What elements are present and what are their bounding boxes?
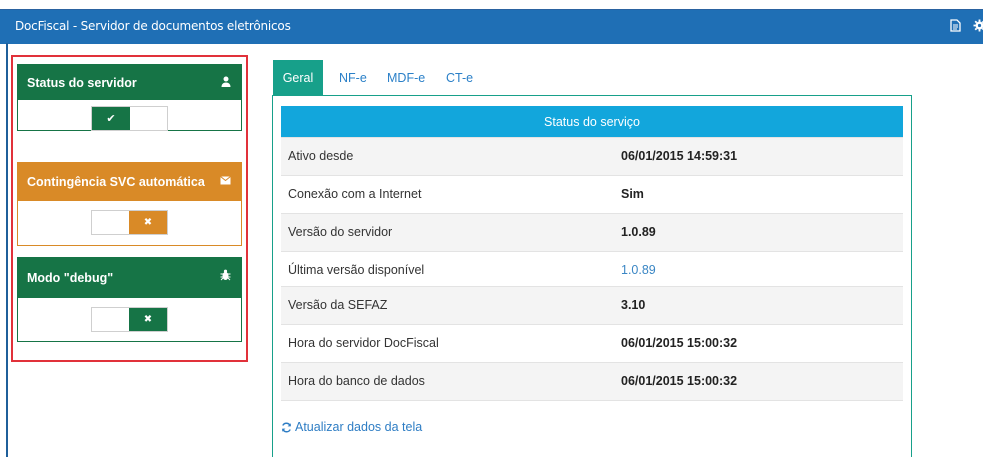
table-row: Conexão com a Internet Sim xyxy=(281,175,903,213)
panel-status-servidor: Status do servidor ✔ xyxy=(17,64,242,131)
tab-nfe[interactable]: NF-e xyxy=(339,60,367,96)
bug-icon xyxy=(220,269,231,284)
panel-body: ✖ xyxy=(18,201,241,245)
app-title: DocFiscal - Servidor de documentos eletr… xyxy=(15,19,291,33)
panel-header: Modo "debug" xyxy=(18,258,241,298)
panel-body: ✔ xyxy=(18,100,241,131)
left-edge xyxy=(6,43,8,457)
table-row: Versão da SEFAZ 3.10 xyxy=(281,286,903,324)
panel-title: Modo "debug" xyxy=(27,271,114,285)
panel-debug: Modo "debug" ✖ xyxy=(17,257,242,342)
title-bar: DocFiscal - Servidor de documentos eletr… xyxy=(0,9,983,44)
table-row: Versão do servidor 1.0.89 xyxy=(281,213,903,251)
table-row: Hora do banco de dados 06/01/2015 15:00:… xyxy=(281,362,903,401)
status-table-header: Status do serviço xyxy=(281,106,903,137)
gear-icon[interactable] xyxy=(971,16,983,34)
panel-title: Status do servidor xyxy=(27,75,137,90)
panel-header: Contingência SVC automática xyxy=(18,163,241,201)
close-icon: ✖ xyxy=(129,308,167,331)
close-icon: ✖ xyxy=(129,211,167,234)
panel-body: ✖ xyxy=(18,298,241,341)
document-icon[interactable] xyxy=(947,16,963,34)
table-row: Última versão disponível 1.0.89 xyxy=(281,251,903,289)
table-row: Ativo desde 06/01/2015 14:59:31 xyxy=(281,137,903,175)
latest-version-link[interactable]: 1.0.89 xyxy=(621,263,656,277)
tab-mdfe[interactable]: MDF-e xyxy=(387,60,425,96)
user-icon xyxy=(221,76,231,90)
tab-cte[interactable]: CT-e xyxy=(446,60,473,96)
panel-header: Status do servidor xyxy=(18,65,241,100)
contingencia-toggle[interactable]: ✖ xyxy=(91,210,168,235)
refresh-link[interactable]: Atualizar dados da tela xyxy=(281,420,422,434)
check-icon: ✔ xyxy=(92,107,130,130)
envelope-icon xyxy=(220,174,231,188)
status-toggle[interactable]: ✔ xyxy=(91,106,168,131)
panel-contingencia: Contingência SVC automática ✖ xyxy=(17,162,242,246)
table-row: Hora do servidor DocFiscal 06/01/2015 15… xyxy=(281,324,903,362)
tab-geral[interactable]: Geral xyxy=(273,60,323,96)
panel-title: Contingência SVC automática xyxy=(27,175,205,189)
debug-toggle[interactable]: ✖ xyxy=(91,307,168,332)
refresh-icon xyxy=(281,422,292,433)
